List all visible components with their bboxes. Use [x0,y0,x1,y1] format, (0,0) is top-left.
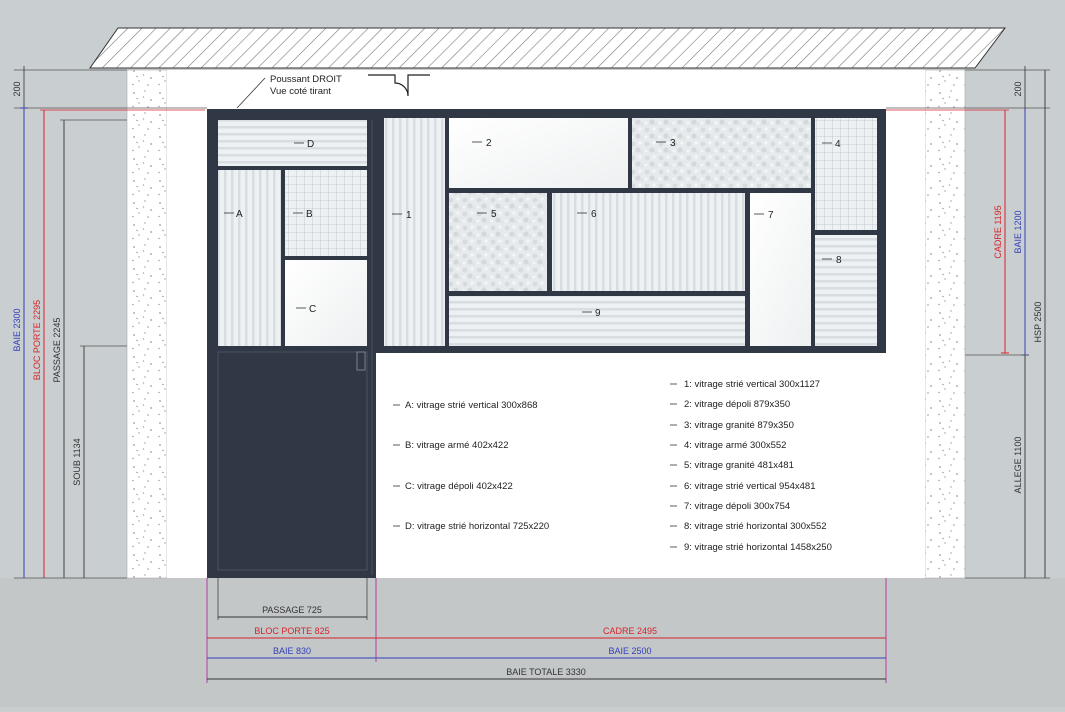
drawing-canvas: Poussant DROIT Vue coté tirant D A B C 1… [0,27,1065,707]
pane-C [285,260,367,346]
pane-label-B: B [306,209,313,220]
dim-left-top-200: 200 [12,81,22,96]
dim-right-hsp: HSP 2500 [1033,302,1043,343]
legend-right-4: 4: vitrage armé 300x552 [684,440,786,451]
legend-left-B: B: vitrage armé 402x422 [405,440,509,451]
pane-7 [750,193,811,346]
pane-label-7: 7 [768,210,774,221]
pane-D [218,120,367,166]
pane-9 [449,296,745,346]
dim-bottom-cadre: CADRE 2495 [603,626,657,636]
pane-1 [384,118,445,346]
dim-left-bloc-porte: BLOC PORTE 2295 [32,300,42,380]
dim-left-baie: BAIE 2300 [12,308,22,351]
dim-right-allege: ALLEGE 1100 [1013,437,1023,494]
pane-label-3: 3 [670,138,676,149]
pane-label-5: 5 [491,209,497,220]
right-pillar [924,69,966,579]
legend-right-7: 7: vitrage dépoli 300x754 [684,501,790,512]
pane-2 [449,118,628,188]
elevation-drawing: Poussant DROIT Vue coté tirant D A B C 1… [0,0,1065,707]
pane-label-8: 8 [836,255,842,266]
dim-bottom-baie-left: BAIE 830 [273,646,311,656]
dim-right-baie: BAIE 1200 [1013,210,1023,253]
pane-A [218,170,281,346]
pane-5 [449,193,547,291]
dim-left-soub: SOUB 1134 [72,438,82,485]
dim-right-cadre: CADRE 1195 [993,205,1003,258]
pane-label-A: A [236,209,243,220]
pane-label-6: 6 [591,209,597,220]
dim-bottom-baie-right: BAIE 2500 [608,646,651,656]
dim-bottom-bloc-porte: BLOC PORTE 825 [254,626,329,636]
lintel-hatch [89,27,1006,69]
pane-label-2: 2 [486,138,492,149]
legend-right-3: 3: vitrage granité 879x350 [684,420,794,431]
legend-left-C: C: vitrage dépoli 402x422 [405,481,513,492]
legend-right-1: 1: vitrage strié vertical 300x1127 [684,379,820,390]
pane-label-9: 9 [595,308,601,319]
floor-area [0,578,1065,707]
dim-bottom-passage: PASSAGE 725 [262,605,322,615]
left-pillar [126,69,168,579]
pane-6 [552,193,745,291]
pane-label-C: C [309,304,316,315]
pane-label-D: D [307,139,314,150]
pane-8 [815,235,877,346]
legend-right-8: 8: vitrage strié horizontal 300x552 [684,521,827,532]
pane-label-1: 1 [406,210,412,221]
dim-bottom-baie-totale: BAIE TOTALE 3330 [506,667,586,677]
legend-right-2: 2: vitrage dépoli 879x350 [684,399,790,410]
door-lower-panel [217,351,368,571]
pane-4 [815,118,877,230]
legend-left-D: D: vitrage strié horizontal 725x220 [405,521,549,532]
pane-label-4: 4 [835,139,841,150]
pane-3 [632,118,811,188]
annotation-line-1: Poussant DROIT [270,74,342,85]
legend-right-6: 6: vitrage strié vertical 954x481 [684,481,815,492]
annotation-line-2: Vue coté tirant [270,86,331,97]
dim-left-passage: PASSAGE 2245 [52,318,62,383]
legend-left-A: A: vitrage strié vertical 300x868 [405,400,538,411]
legend-right-9: 9: vitrage strié horizontal 1458x250 [684,542,832,553]
dim-right-top-200: 200 [1013,81,1023,96]
legend-right-5: 5: vitrage granité 481x481 [684,460,794,471]
